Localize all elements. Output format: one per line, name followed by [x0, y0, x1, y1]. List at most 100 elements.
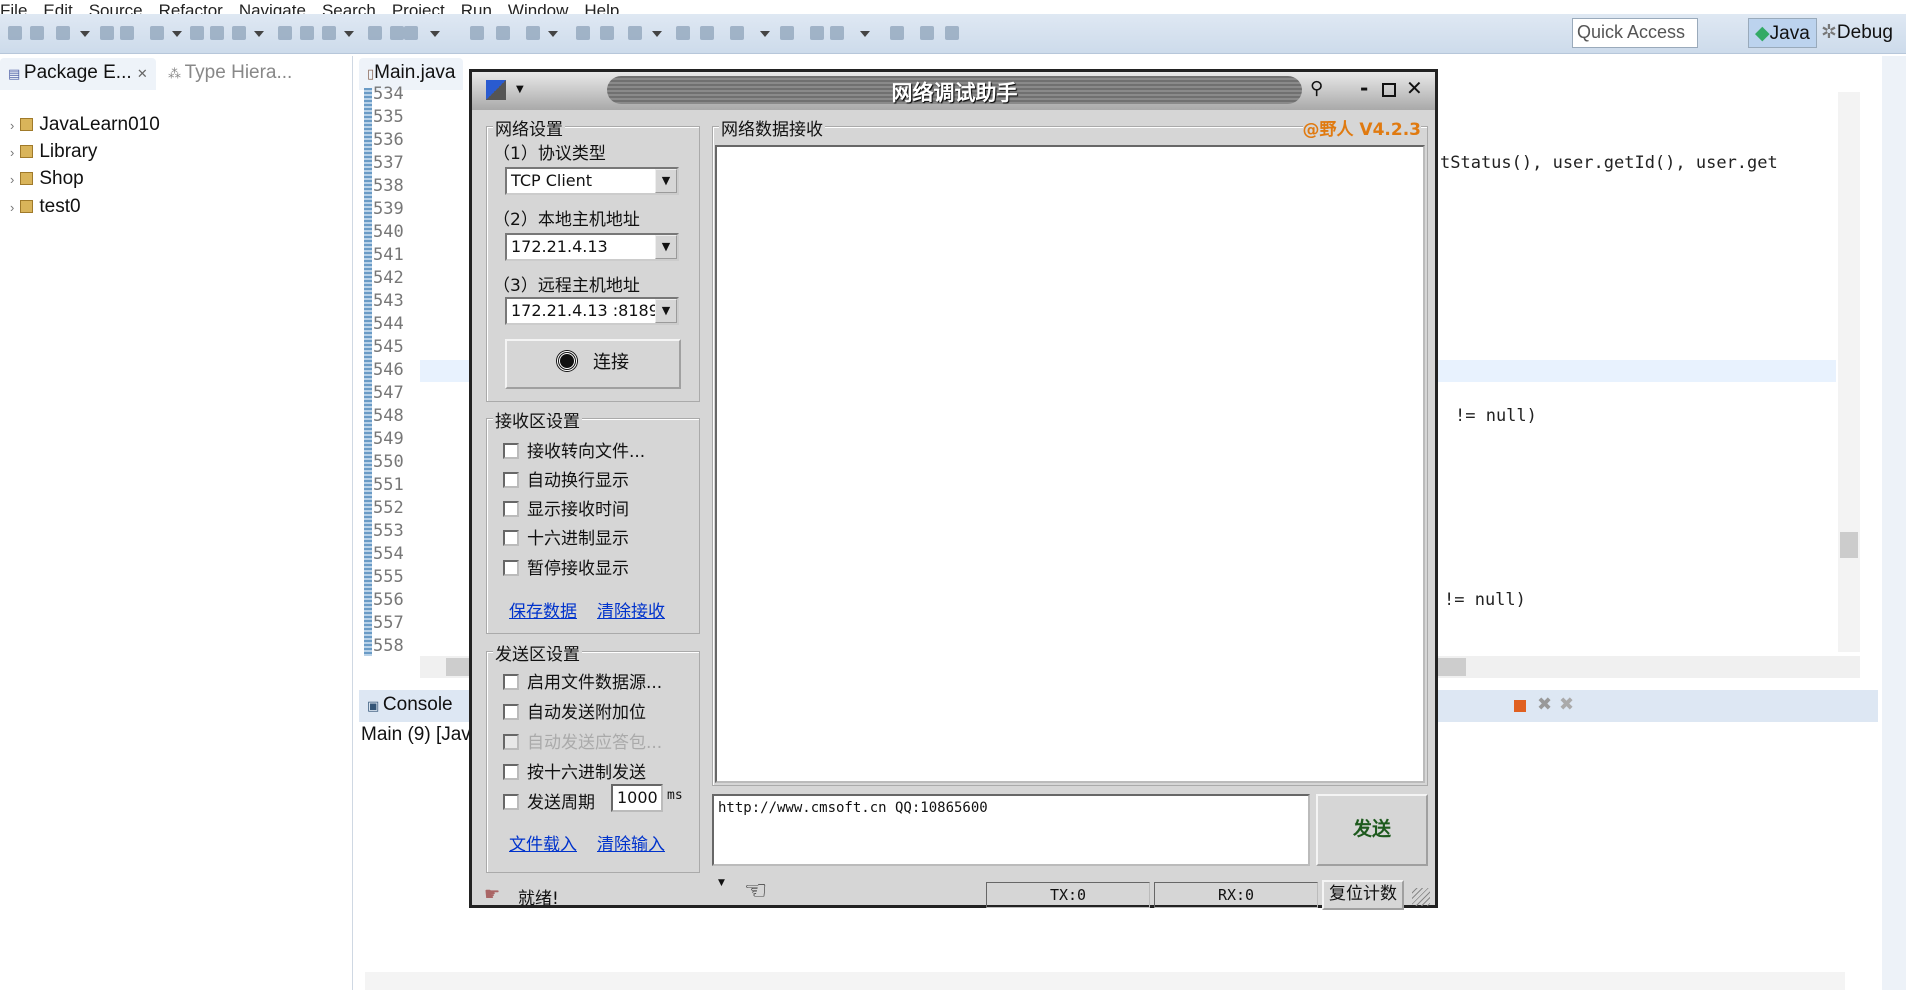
toolbar-icon[interactable] — [810, 26, 824, 40]
toolbar-icon[interactable] — [780, 26, 794, 40]
toolbar-icon[interactable] — [404, 26, 418, 40]
toolbar-icon[interactable] — [576, 26, 590, 40]
line-number: 541 — [373, 245, 404, 265]
resize-grip-icon[interactable] — [1412, 888, 1430, 906]
chevron-down-icon[interactable]: ▼ — [655, 299, 677, 323]
toolbar-icon[interactable] — [676, 26, 690, 40]
chevron-down-icon[interactable]: ▼ — [516, 84, 524, 95]
recv-to-file-checkbox[interactable]: 接收转向文件... — [503, 437, 645, 462]
dropdown-arrow-icon[interactable] — [760, 31, 770, 37]
dropdown-arrow-icon[interactable] — [548, 31, 558, 37]
auto-append-checkbox[interactable]: 自动发送附加位 — [503, 698, 646, 723]
dropdown-arrow-icon[interactable] — [430, 31, 440, 37]
send-period-checkbox[interactable]: 发送周期 — [503, 788, 595, 813]
hierarchy-icon: ⁂ — [168, 66, 185, 81]
terminate-icon[interactable] — [1514, 700, 1526, 712]
tree-item-project[interactable]: › JavaLearn010 — [10, 114, 160, 136]
receive-settings-group: 接收区设置 接收转向文件... 自动换行显示 显示接收时间 十六进制显示 暂停接… — [486, 407, 700, 634]
line-number: 550 — [373, 452, 404, 472]
remote-host-input[interactable]: 172.21.4.13 :8189 ▼ — [505, 297, 679, 325]
toolbar-icon[interactable] — [628, 26, 642, 40]
file-source-checkbox[interactable]: 启用文件数据源... — [503, 668, 662, 693]
send-button[interactable]: 发送 — [1316, 794, 1428, 866]
perspective-debug[interactable]: ✲Debug — [1815, 18, 1899, 48]
java-icon: ◆ — [1755, 23, 1770, 44]
line-number: 553 — [373, 521, 404, 541]
toolbar-icon[interactable] — [890, 26, 904, 40]
pin-icon[interactable]: ⚲ — [1310, 78, 1323, 99]
toolbar-icon[interactable] — [300, 26, 314, 40]
dropdown-arrow-icon[interactable] — [254, 31, 264, 37]
toolbar-icon[interactable] — [368, 26, 382, 40]
toolbar-icon[interactable] — [322, 26, 336, 40]
dropdown-arrow-icon[interactable] — [652, 31, 662, 37]
quick-access-input[interactable]: Quick Access — [1572, 18, 1698, 48]
hand-pointer-icon[interactable]: ☜ — [744, 876, 767, 906]
send-textarea[interactable]: http://www.cmsoft.cn QQ:10865600 — [712, 794, 1310, 866]
dropdown-arrow-icon[interactable] — [172, 31, 182, 37]
toolbar-icon[interactable] — [945, 26, 959, 40]
toolbar-icon[interactable] — [920, 26, 934, 40]
perspective-java[interactable]: ◆Java — [1748, 18, 1817, 48]
toolbar-icon[interactable] — [730, 26, 744, 40]
remove-all-icon[interactable]: ✖ — [1559, 694, 1574, 715]
toolbar-icon[interactable] — [100, 26, 114, 40]
line-number: 557 — [373, 613, 404, 633]
chevron-down-icon[interactable]: ▼ — [718, 878, 725, 888]
remove-launch-icon[interactable]: ✖ — [1537, 694, 1552, 715]
app-menu-icon[interactable] — [486, 80, 506, 100]
reset-count-button[interactable]: 复位计数 — [1322, 880, 1404, 910]
minimize-button[interactable]: - — [1360, 76, 1368, 100]
status-icon: ☛ — [484, 884, 501, 905]
toolbar-icon[interactable] — [210, 26, 224, 40]
protocol-select[interactable]: TCP Client ▼ — [505, 167, 679, 195]
auto-wrap-checkbox[interactable]: 自动换行显示 — [503, 466, 629, 491]
clear-receive-link[interactable]: 清除接收 — [597, 597, 665, 622]
editor-vertical-scrollbar[interactable] — [1838, 92, 1860, 652]
show-time-checkbox[interactable]: 显示接收时间 — [503, 495, 629, 520]
line-number: 545 — [373, 337, 404, 357]
receive-textarea[interactable] — [715, 145, 1425, 783]
local-host-select[interactable]: 172.21.4.13 ▼ — [505, 233, 679, 261]
toolbar-icon[interactable] — [496, 26, 510, 40]
toolbar-icon[interactable] — [278, 26, 292, 40]
hex-display-checkbox[interactable]: 十六进制显示 — [503, 524, 629, 549]
toolbar-icon[interactable] — [232, 26, 246, 40]
tab-package-explorer[interactable]: ▤ Package E... ✕ — [0, 58, 156, 90]
maximize-button[interactable] — [1382, 83, 1396, 97]
close-icon[interactable]: ✕ — [137, 66, 148, 81]
chevron-down-icon[interactable]: ▼ — [655, 235, 677, 259]
tree-item-project[interactable]: › Shop — [10, 168, 84, 190]
connect-button[interactable]: 连接 — [505, 339, 681, 389]
status-text: 就绪! — [518, 889, 559, 909]
tab-console[interactable]: ▣ Console — [359, 690, 461, 722]
toolbar-icon[interactable] — [390, 26, 404, 40]
toolbar-icon[interactable] — [190, 26, 204, 40]
dropdown-arrow-icon[interactable] — [80, 31, 90, 37]
toolbar-icon[interactable] — [120, 26, 134, 40]
toolbar-icon[interactable] — [8, 26, 22, 40]
pause-display-checkbox[interactable]: 暂停接收显示 — [503, 554, 629, 579]
toolbar-icon[interactable] — [526, 26, 540, 40]
toolbar-icon[interactable] — [830, 26, 844, 40]
toolbar-icon[interactable] — [56, 26, 70, 40]
clear-input-link[interactable]: 清除输入 — [597, 830, 665, 855]
dropdown-arrow-icon[interactable] — [344, 31, 354, 37]
save-data-link[interactable]: 保存数据 — [509, 597, 577, 622]
load-file-link[interactable]: 文件载入 — [509, 830, 577, 855]
chevron-down-icon[interactable]: ▼ — [655, 169, 677, 193]
toolbar-icon[interactable] — [600, 26, 614, 40]
console-hscroll[interactable] — [365, 972, 1845, 990]
send-period-input[interactable]: 1000 — [611, 784, 663, 812]
close-button[interactable]: ✕ — [1406, 76, 1423, 100]
tree-item-project[interactable]: › Library — [10, 141, 97, 163]
hex-send-checkbox[interactable]: 按十六进制发送 — [503, 758, 646, 783]
tab-type-hierarchy[interactable]: ⁂ Type Hiera... — [160, 58, 300, 90]
toolbar-icon[interactable] — [700, 26, 714, 40]
tree-item-project[interactable]: › test0 — [10, 196, 81, 218]
toolbar-icon[interactable] — [470, 26, 484, 40]
dropdown-arrow-icon[interactable] — [860, 31, 870, 37]
dialog-title-bar[interactable]: ▼ 网络调试助手 ⚲ - ✕ — [472, 72, 1435, 110]
toolbar-icon[interactable] — [30, 26, 44, 40]
toolbar-icon[interactable] — [150, 26, 164, 40]
